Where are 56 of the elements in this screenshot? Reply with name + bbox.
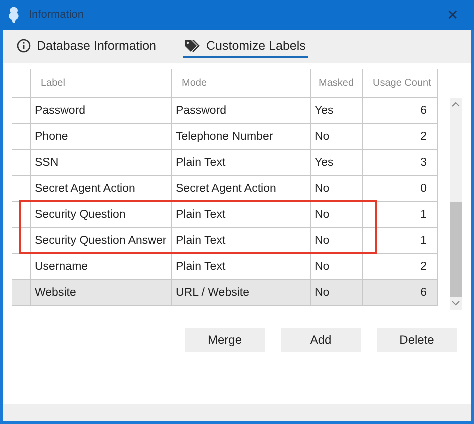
table-cell: 2 xyxy=(363,124,438,149)
table-cell: Phone xyxy=(31,124,172,149)
table-row[interactable]: Security Question Answer Plain Text No 1 xyxy=(12,228,438,254)
scroll-thumb[interactable] xyxy=(450,202,462,297)
tab[interactable]: Database Information xyxy=(15,35,159,58)
table-cell: Plain Text xyxy=(172,202,311,227)
scroll-down-icon xyxy=(452,301,460,306)
table-row[interactable]: Phone Telephone Number No 2 xyxy=(12,124,438,150)
table-cell: No xyxy=(311,124,363,149)
table-cell: Password xyxy=(31,98,172,123)
table-cell: Security Question Answer xyxy=(31,228,172,253)
table-cell: SSN xyxy=(31,150,172,175)
table-cell: Password xyxy=(172,98,311,123)
table-cell: 6 xyxy=(363,280,438,305)
table-cell: 1 xyxy=(363,228,438,253)
column-header[interactable]: Label xyxy=(31,69,172,97)
table-row[interactable]: Security Question Plain Text No 1 xyxy=(12,202,438,228)
column-header[interactable]: Masked xyxy=(311,69,363,97)
table-cell: No xyxy=(311,176,363,201)
scroll-up-icon xyxy=(452,102,460,107)
table-cell: No xyxy=(311,254,363,279)
table-cell: 0 xyxy=(363,176,438,201)
table-cell: Username xyxy=(31,254,172,279)
table-cell: Plain Text xyxy=(172,254,311,279)
table-cell: Plain Text xyxy=(172,228,311,253)
action-button[interactable]: Delete xyxy=(377,328,457,352)
window-title: Information xyxy=(29,9,84,21)
table-row[interactable]: Password Password Yes 6 xyxy=(12,98,438,124)
table-cell: No xyxy=(311,228,363,253)
table-cell: Secret Agent Action xyxy=(31,176,172,201)
column-header[interactable]: Mode xyxy=(172,69,311,97)
table-row[interactable]: Secret Agent Action Secret Agent Action No 0 xyxy=(12,176,438,202)
table-row[interactable]: Website URL / Website No 6 xyxy=(12,280,438,306)
table-cell: Yes xyxy=(311,150,363,175)
column-header[interactable]: Usage Count xyxy=(363,69,438,97)
table-cell: Website xyxy=(31,280,172,305)
table-cell: 2 xyxy=(363,254,438,279)
tab[interactable]: Customize Labels xyxy=(182,35,308,58)
table-cell: Yes xyxy=(311,98,363,123)
action-button[interactable]: Add xyxy=(281,328,361,352)
table-cell: Plain Text xyxy=(172,150,311,175)
scrollbar[interactable] xyxy=(450,98,462,310)
table-cell: 3 xyxy=(363,150,438,175)
info-icon xyxy=(17,39,31,53)
table-row[interactable]: SSN Plain Text Yes 3 xyxy=(12,150,438,176)
table-cell: Secret Agent Action xyxy=(172,176,311,201)
table-cell: Telephone Number xyxy=(172,124,311,149)
tag-icon xyxy=(184,40,201,52)
table-cell: 1 xyxy=(363,202,438,227)
app-icon xyxy=(8,7,20,23)
table-cell: URL / Website xyxy=(172,280,311,305)
table-cell: Security Question xyxy=(31,202,172,227)
table-cell: 6 xyxy=(363,98,438,123)
table-cell: No xyxy=(311,280,363,305)
table-cell: No xyxy=(311,202,363,227)
action-button[interactable]: Merge xyxy=(185,328,265,352)
